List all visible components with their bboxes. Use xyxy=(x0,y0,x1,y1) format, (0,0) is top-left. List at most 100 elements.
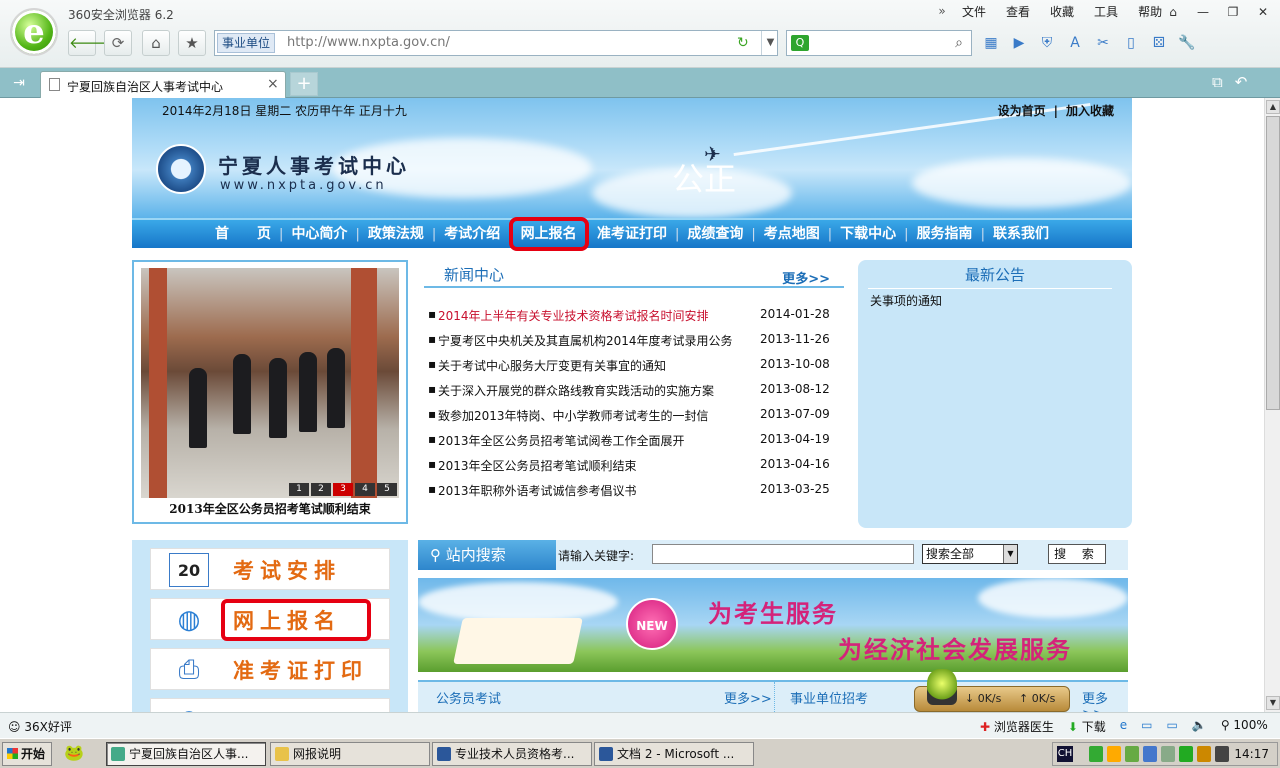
news-item-title[interactable]: 关于考试中心服务大厅变更有关事宜的通知 xyxy=(438,357,756,374)
nav-exams[interactable]: 考试介绍 xyxy=(436,221,508,247)
vertical-scrollbar[interactable]: ▲ ▼ xyxy=(1264,98,1280,712)
quick-online-registration[interactable]: ◍ 网上报名 xyxy=(150,598,390,641)
favorite-star-icon[interactable]: ★ xyxy=(178,30,206,56)
url-dropdown-icon[interactable]: ▼ xyxy=(761,31,779,55)
menu-chevron-icon[interactable]: » xyxy=(932,4,952,20)
quick-admission-print[interactable]: ⎙ 准考证打印 xyxy=(150,648,390,690)
news-item-title[interactable]: 2013年全区公务员招考笔试顺利结束 xyxy=(438,457,756,474)
menu-file[interactable]: 文件 xyxy=(952,4,996,20)
news-item[interactable]: ▪ 2013年职称外语考试诚信参考倡议书 2013-03-25 xyxy=(428,479,844,499)
skin-icon[interactable]: ⌂ xyxy=(1158,2,1188,22)
address-bar[interactable]: 事业单位 http://www.nxpta.gov.cn/ ↻ ▼ xyxy=(214,30,778,56)
institution-more-link[interactable]: 更多>> xyxy=(1082,688,1128,712)
taskbar-item-folder[interactable]: 网报说明 xyxy=(270,742,430,766)
news-item[interactable]: ▪ 2014年上半年有关专业技术资格考试报名时间安排 2014-01-28 xyxy=(428,304,844,324)
tray-network-icon[interactable] xyxy=(1143,746,1157,762)
home-icon[interactable]: ⌂ xyxy=(142,30,170,56)
nav-policy[interactable]: 政策法规 xyxy=(360,221,432,247)
translate-icon[interactable]: A xyxy=(1064,32,1086,54)
download-manager[interactable]: ⬇ 下载 xyxy=(1068,718,1106,735)
tab-close-icon[interactable]: × xyxy=(267,76,279,92)
promo-banner[interactable]: NEW 为考生服务 为经济社会发展服务 xyxy=(418,578,1128,672)
scroll-thumb[interactable] xyxy=(1266,116,1280,410)
go-icon[interactable]: ↻ xyxy=(737,35,749,51)
browser-doctor[interactable]: ✚ 浏览器医生 xyxy=(980,718,1054,735)
media-icon[interactable]: ▶ xyxy=(1008,32,1030,54)
page-icon[interactable]: ▭ xyxy=(1167,718,1178,735)
nav-downloads[interactable]: 下载中心 xyxy=(832,221,904,247)
nav-about[interactable]: 中心简介 xyxy=(283,221,355,247)
close-icon[interactable]: ✕ xyxy=(1248,2,1278,22)
news-item[interactable]: ▪ 2013年全区公务员招考笔试顺利结束 2013-04-16 xyxy=(428,454,844,474)
nav-venue-map[interactable]: 考点地图 xyxy=(756,221,828,247)
rating-status[interactable]: ☺ 36X好评 xyxy=(8,718,72,735)
sidebar-toggle-icon[interactable]: ⇥ xyxy=(8,73,30,93)
zoom-control[interactable]: ⚲ 100% xyxy=(1221,718,1268,735)
nav-contact[interactable]: 联系我们 xyxy=(985,221,1057,247)
back-arrow-icon[interactable]: 🡐 xyxy=(68,30,109,56)
news-more-link[interactable]: 更多>> xyxy=(782,268,830,287)
window-icon[interactable]: ▭ xyxy=(1141,718,1152,735)
apps-icon[interactable]: ▦ xyxy=(980,32,1002,54)
tab-active[interactable]: 宁夏回族自治区人事考试中心 × xyxy=(40,71,286,98)
mobile-icon[interactable]: ▯ xyxy=(1120,32,1142,54)
menu-view[interactable]: 查看 xyxy=(996,4,1040,20)
pager-dot-active[interactable]: 3 xyxy=(333,483,353,496)
news-item-title[interactable]: 2013年全区公务员招考笔试阅卷工作全面展开 xyxy=(438,432,756,449)
news-item[interactable]: ▪ 关于深入开展党的群众路线教育实践活动的实施方案 2013-08-12 xyxy=(428,379,844,399)
tray-qq-icon[interactable] xyxy=(1107,746,1121,762)
nav-online-registration[interactable]: 网上报名 xyxy=(508,217,589,251)
news-item-title[interactable]: 宁夏考区中央机关及其直属机构2014年度考试录用公务 xyxy=(438,332,756,349)
search-icon[interactable]: ⌕ xyxy=(947,31,971,55)
ie-icon[interactable]: e xyxy=(1120,718,1127,735)
tray-tool-icon[interactable] xyxy=(1161,746,1175,762)
taskbar-item-browser[interactable]: 宁夏回族自治区人事... xyxy=(106,742,266,766)
quick-more-item[interactable]: ◍ xyxy=(150,698,390,712)
search-button[interactable]: 搜 索 xyxy=(1048,544,1106,564)
search-scope-select[interactable]: 搜索全部 ▼ xyxy=(922,544,1018,564)
news-item[interactable]: ▪ 宁夏考区中央机关及其直属机构2014年度考试录用公务 2013-11-26 xyxy=(428,329,844,349)
tray-security-icon[interactable] xyxy=(1179,746,1193,762)
news-item-title[interactable]: 2013年职称外语考试诚信参考倡议书 xyxy=(438,482,756,499)
taskbar-item-word-1[interactable]: 专业技术人员资格考... xyxy=(432,742,592,766)
nav-home[interactable]: 首 页 xyxy=(207,221,279,247)
network-speed-widget[interactable]: ↓ 0K/s ↑ 0K/s xyxy=(914,669,1070,712)
url-text[interactable]: http://www.nxpta.gov.cn/ xyxy=(287,35,450,50)
quicklaunch-icon[interactable]: 🐸 xyxy=(62,743,86,765)
address-tag[interactable]: 事业单位 xyxy=(217,33,276,53)
shield-icon[interactable]: ⛨ xyxy=(1036,32,1058,54)
refresh-icon[interactable]: ⟳ xyxy=(104,30,132,56)
screenshot-icon[interactable]: ✂ xyxy=(1092,32,1114,54)
notice-item[interactable]: 关事项的通知 xyxy=(870,292,942,309)
civil-more-link[interactable]: 更多>> xyxy=(724,688,772,707)
news-item[interactable]: ▪ 2013年全区公务员招考笔试阅卷工作全面展开 2013-04-19 xyxy=(428,429,844,449)
news-item-title[interactable]: 2014年上半年有关专业技术资格考试报名时间安排 xyxy=(438,307,756,324)
news-item-title[interactable]: 致参加2013年特岗、中小学教师考试考生的一封信 xyxy=(438,407,756,424)
new-tab-button[interactable]: + xyxy=(290,72,318,96)
search-engine-icon[interactable]: Q xyxy=(791,35,809,51)
set-home-link[interactable]: 设为首页 xyxy=(994,104,1050,118)
start-button[interactable]: 开始 xyxy=(2,742,52,766)
photo-caption[interactable]: 2013年全区公务员招考笔试顺利结束 xyxy=(134,500,406,517)
select-arrow-icon[interactable]: ▼ xyxy=(1003,545,1017,563)
pager-dot[interactable]: 4 xyxy=(355,483,375,496)
wrench-icon[interactable]: 🔧 xyxy=(1176,32,1198,54)
news-item-title[interactable]: 关于深入开展党的群众路线教育实践活动的实施方案 xyxy=(438,382,756,399)
minimize-icon[interactable]: — xyxy=(1188,2,1218,22)
pager-dot[interactable]: 1 xyxy=(289,483,309,496)
game-icon[interactable]: ⚄ xyxy=(1148,32,1170,54)
pager-dot[interactable]: 2 xyxy=(311,483,331,496)
scroll-down-icon[interactable]: ▼ xyxy=(1266,696,1280,710)
tray-360-icon[interactable] xyxy=(1197,746,1211,762)
tray-battery-icon[interactable] xyxy=(1089,746,1103,762)
keyword-input[interactable] xyxy=(652,544,914,564)
news-item[interactable]: ▪ 关于考试中心服务大厅变更有关事宜的通知 2013-10-08 xyxy=(428,354,844,374)
nav-admission-print[interactable]: 准考证打印 xyxy=(589,221,675,247)
tray-t-icon[interactable] xyxy=(1215,746,1229,762)
news-photo[interactable]: 1 2 3 4 5 xyxy=(141,268,399,498)
menu-favorites[interactable]: 收藏 xyxy=(1040,4,1084,20)
undo-close-icon[interactable]: ↶ xyxy=(1235,73,1248,91)
tray-app-icon[interactable] xyxy=(1125,746,1139,762)
taskbar-item-word-2[interactable]: 文档 2 - Microsoft ... xyxy=(594,742,754,766)
clock[interactable]: 14:17 xyxy=(1234,747,1269,761)
